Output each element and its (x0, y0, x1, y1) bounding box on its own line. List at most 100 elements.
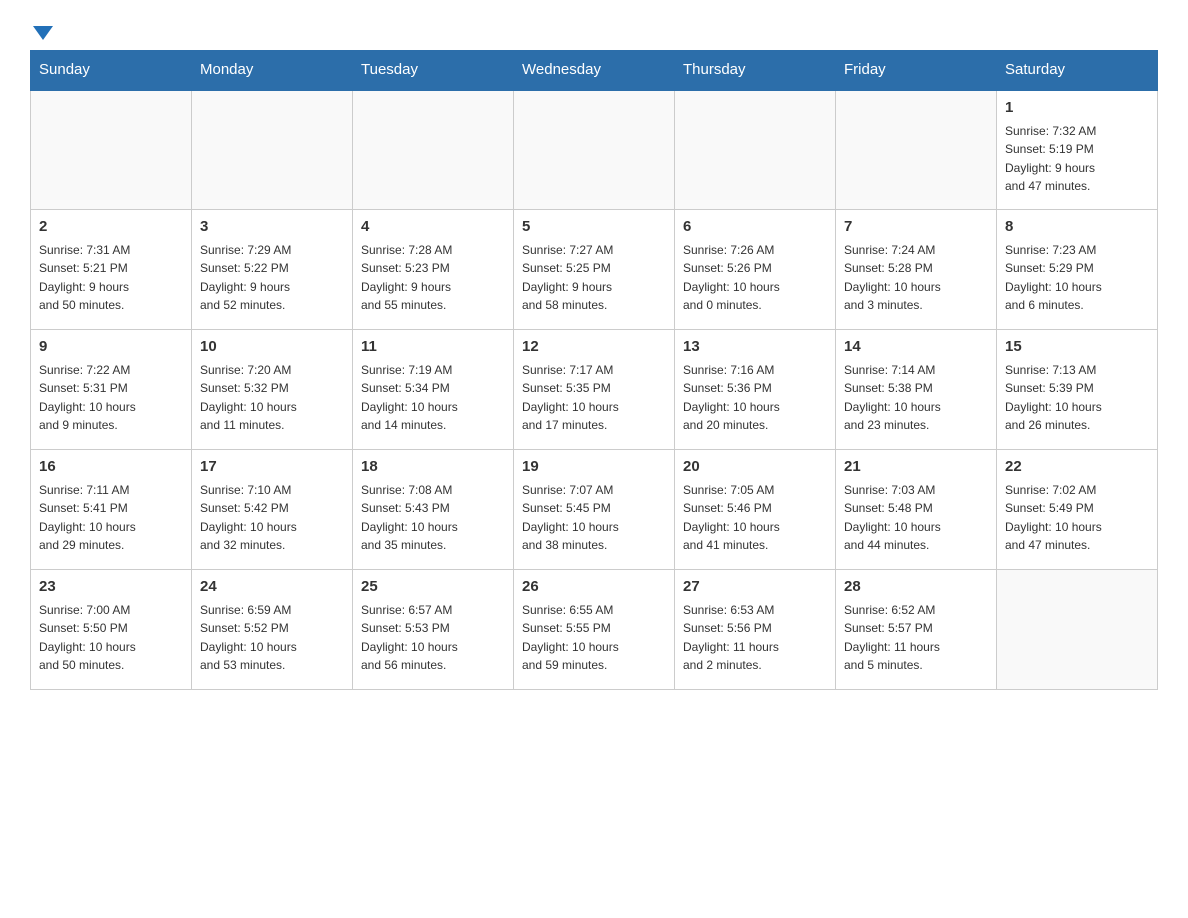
calendar-cell: 2Sunrise: 7:31 AMSunset: 5:21 PMDaylight… (31, 210, 192, 330)
day-number: 27 (683, 576, 827, 599)
calendar-cell: 28Sunrise: 6:52 AMSunset: 5:57 PMDayligh… (836, 570, 997, 690)
day-info: Sunrise: 6:59 AMSunset: 5:52 PMDaylight:… (200, 601, 344, 675)
day-info: Sunrise: 7:31 AMSunset: 5:21 PMDaylight:… (39, 241, 183, 315)
day-info: Sunrise: 7:27 AMSunset: 5:25 PMDaylight:… (522, 241, 666, 315)
day-number: 24 (200, 576, 344, 599)
day-number: 21 (844, 456, 988, 479)
day-number: 17 (200, 456, 344, 479)
day-number: 9 (39, 336, 183, 359)
day-info: Sunrise: 7:10 AMSunset: 5:42 PMDaylight:… (200, 481, 344, 555)
calendar-week-row: 2Sunrise: 7:31 AMSunset: 5:21 PMDaylight… (31, 210, 1158, 330)
calendar-cell: 19Sunrise: 7:07 AMSunset: 5:45 PMDayligh… (514, 450, 675, 570)
day-number: 25 (361, 576, 505, 599)
day-number: 2 (39, 216, 183, 239)
day-number: 22 (1005, 456, 1149, 479)
day-number: 7 (844, 216, 988, 239)
calendar-cell: 9Sunrise: 7:22 AMSunset: 5:31 PMDaylight… (31, 330, 192, 450)
calendar-cell (836, 90, 997, 210)
day-number: 16 (39, 456, 183, 479)
calendar-cell: 7Sunrise: 7:24 AMSunset: 5:28 PMDaylight… (836, 210, 997, 330)
calendar-cell: 25Sunrise: 6:57 AMSunset: 5:53 PMDayligh… (353, 570, 514, 690)
day-number: 13 (683, 336, 827, 359)
day-of-week-header: Friday (836, 51, 997, 90)
calendar-cell: 6Sunrise: 7:26 AMSunset: 5:26 PMDaylight… (675, 210, 836, 330)
day-number: 28 (844, 576, 988, 599)
calendar-cell (514, 90, 675, 210)
day-info: Sunrise: 7:08 AMSunset: 5:43 PMDaylight:… (361, 481, 505, 555)
day-number: 20 (683, 456, 827, 479)
calendar-week-row: 9Sunrise: 7:22 AMSunset: 5:31 PMDaylight… (31, 330, 1158, 450)
day-info: Sunrise: 7:23 AMSunset: 5:29 PMDaylight:… (1005, 241, 1149, 315)
day-info: Sunrise: 7:32 AMSunset: 5:19 PMDaylight:… (1005, 122, 1149, 196)
calendar-cell: 12Sunrise: 7:17 AMSunset: 5:35 PMDayligh… (514, 330, 675, 450)
logo-arrow-icon (33, 26, 53, 40)
day-number: 26 (522, 576, 666, 599)
calendar-cell: 5Sunrise: 7:27 AMSunset: 5:25 PMDaylight… (514, 210, 675, 330)
day-info: Sunrise: 7:02 AMSunset: 5:49 PMDaylight:… (1005, 481, 1149, 555)
day-of-week-header: Monday (192, 51, 353, 90)
day-info: Sunrise: 7:29 AMSunset: 5:22 PMDaylight:… (200, 241, 344, 315)
day-info: Sunrise: 7:26 AMSunset: 5:26 PMDaylight:… (683, 241, 827, 315)
calendar-cell (31, 90, 192, 210)
day-info: Sunrise: 7:28 AMSunset: 5:23 PMDaylight:… (361, 241, 505, 315)
calendar-cell: 1Sunrise: 7:32 AMSunset: 5:19 PMDaylight… (997, 90, 1158, 210)
day-info: Sunrise: 7:13 AMSunset: 5:39 PMDaylight:… (1005, 361, 1149, 435)
day-of-week-header: Saturday (997, 51, 1158, 90)
day-info: Sunrise: 6:52 AMSunset: 5:57 PMDaylight:… (844, 601, 988, 675)
calendar-cell: 11Sunrise: 7:19 AMSunset: 5:34 PMDayligh… (353, 330, 514, 450)
calendar-cell: 15Sunrise: 7:13 AMSunset: 5:39 PMDayligh… (997, 330, 1158, 450)
calendar-cell: 13Sunrise: 7:16 AMSunset: 5:36 PMDayligh… (675, 330, 836, 450)
calendar-table: SundayMondayTuesdayWednesdayThursdayFrid… (30, 50, 1158, 690)
calendar-cell: 24Sunrise: 6:59 AMSunset: 5:52 PMDayligh… (192, 570, 353, 690)
calendar-cell: 17Sunrise: 7:10 AMSunset: 5:42 PMDayligh… (192, 450, 353, 570)
day-info: Sunrise: 7:24 AMSunset: 5:28 PMDaylight:… (844, 241, 988, 315)
day-number: 4 (361, 216, 505, 239)
day-number: 23 (39, 576, 183, 599)
calendar-cell: 20Sunrise: 7:05 AMSunset: 5:46 PMDayligh… (675, 450, 836, 570)
calendar-cell (192, 90, 353, 210)
day-number: 19 (522, 456, 666, 479)
day-number: 1 (1005, 97, 1149, 120)
calendar-cell: 14Sunrise: 7:14 AMSunset: 5:38 PMDayligh… (836, 330, 997, 450)
day-info: Sunrise: 7:03 AMSunset: 5:48 PMDaylight:… (844, 481, 988, 555)
calendar-cell: 16Sunrise: 7:11 AMSunset: 5:41 PMDayligh… (31, 450, 192, 570)
calendar-week-row: 1Sunrise: 7:32 AMSunset: 5:19 PMDaylight… (31, 90, 1158, 210)
day-of-week-header: Tuesday (353, 51, 514, 90)
day-of-week-header: Sunday (31, 51, 192, 90)
day-info: Sunrise: 7:16 AMSunset: 5:36 PMDaylight:… (683, 361, 827, 435)
calendar-cell (675, 90, 836, 210)
day-info: Sunrise: 6:57 AMSunset: 5:53 PMDaylight:… (361, 601, 505, 675)
day-number: 5 (522, 216, 666, 239)
day-info: Sunrise: 7:14 AMSunset: 5:38 PMDaylight:… (844, 361, 988, 435)
day-number: 15 (1005, 336, 1149, 359)
calendar-cell: 8Sunrise: 7:23 AMSunset: 5:29 PMDaylight… (997, 210, 1158, 330)
day-info: Sunrise: 7:17 AMSunset: 5:35 PMDaylight:… (522, 361, 666, 435)
calendar-cell: 21Sunrise: 7:03 AMSunset: 5:48 PMDayligh… (836, 450, 997, 570)
day-info: Sunrise: 7:00 AMSunset: 5:50 PMDaylight:… (39, 601, 183, 675)
day-of-week-header: Wednesday (514, 51, 675, 90)
calendar-cell: 27Sunrise: 6:53 AMSunset: 5:56 PMDayligh… (675, 570, 836, 690)
calendar-cell (997, 570, 1158, 690)
day-info: Sunrise: 6:53 AMSunset: 5:56 PMDaylight:… (683, 601, 827, 675)
day-number: 11 (361, 336, 505, 359)
day-info: Sunrise: 6:55 AMSunset: 5:55 PMDaylight:… (522, 601, 666, 675)
calendar-week-row: 23Sunrise: 7:00 AMSunset: 5:50 PMDayligh… (31, 570, 1158, 690)
day-number: 14 (844, 336, 988, 359)
calendar-week-row: 16Sunrise: 7:11 AMSunset: 5:41 PMDayligh… (31, 450, 1158, 570)
day-number: 12 (522, 336, 666, 359)
day-info: Sunrise: 7:22 AMSunset: 5:31 PMDaylight:… (39, 361, 183, 435)
calendar-cell: 22Sunrise: 7:02 AMSunset: 5:49 PMDayligh… (997, 450, 1158, 570)
calendar-cell: 23Sunrise: 7:00 AMSunset: 5:50 PMDayligh… (31, 570, 192, 690)
page-header (30, 20, 1158, 40)
calendar-cell: 3Sunrise: 7:29 AMSunset: 5:22 PMDaylight… (192, 210, 353, 330)
calendar-cell (353, 90, 514, 210)
day-number: 10 (200, 336, 344, 359)
day-of-week-header: Thursday (675, 51, 836, 90)
day-info: Sunrise: 7:11 AMSunset: 5:41 PMDaylight:… (39, 481, 183, 555)
calendar-cell: 26Sunrise: 6:55 AMSunset: 5:55 PMDayligh… (514, 570, 675, 690)
day-info: Sunrise: 7:05 AMSunset: 5:46 PMDaylight:… (683, 481, 827, 555)
day-number: 18 (361, 456, 505, 479)
logo (30, 20, 53, 40)
calendar-cell: 18Sunrise: 7:08 AMSunset: 5:43 PMDayligh… (353, 450, 514, 570)
day-number: 6 (683, 216, 827, 239)
